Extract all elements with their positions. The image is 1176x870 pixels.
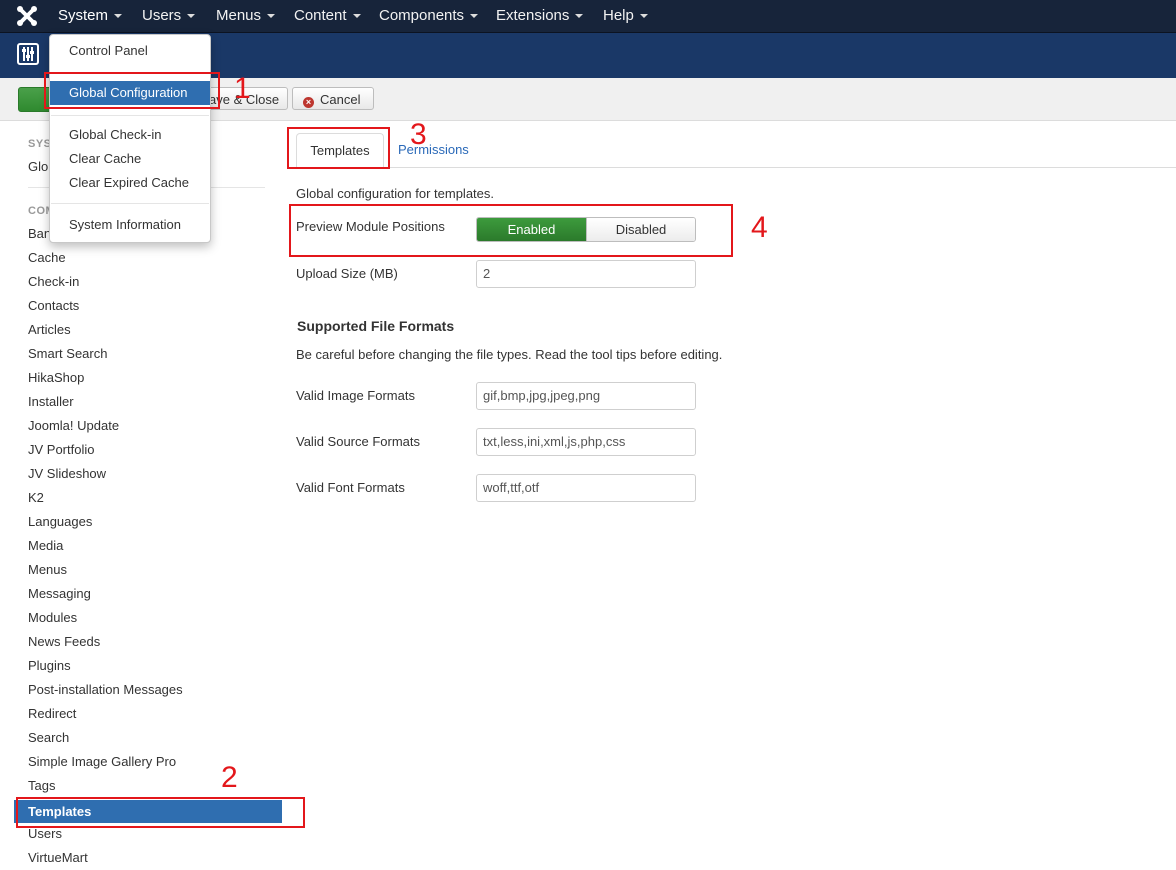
sidebar-item-news-feeds[interactable]: News Feeds <box>28 630 100 654</box>
menu-item-system-information[interactable]: System Information <box>50 213 210 237</box>
upload-size-label: Upload Size (MB) <box>296 266 398 281</box>
cancel-icon: × <box>303 97 314 108</box>
section-title: Supported File Formats <box>297 318 455 334</box>
source-formats-label: Valid Source Formats <box>296 434 421 449</box>
sidebar-item-languages[interactable]: Languages <box>28 510 92 534</box>
config-description: Global configuration for templates. <box>296 186 494 201</box>
sidebar-item-simple-image-gallery-pro[interactable]: Simple Image Gallery Pro <box>28 750 176 774</box>
top-navbar: System Users Menus Content Components Ex… <box>0 0 1176 33</box>
chevron-down-icon <box>187 14 196 19</box>
sidebar-item-cache[interactable]: Cache <box>28 246 66 270</box>
menu-item-control-panel[interactable]: Control Panel <box>50 39 210 63</box>
font-formats-input[interactable]: woff,ttf,otf <box>476 474 696 502</box>
annotation-number-2: 2 <box>221 761 238 794</box>
nav-extensions-label: Extensions <box>496 7 570 24</box>
menu-item-clear-cache[interactable]: Clear Cache <box>50 147 210 171</box>
nav-content-label: Content <box>294 7 347 24</box>
sidebar-item-plugins[interactable]: Plugins <box>28 654 71 678</box>
chevron-down-icon <box>352 14 361 19</box>
font-formats-label: Valid Font Formats <box>296 480 405 495</box>
nav-system-label: System <box>58 7 109 24</box>
sidebar-item-redirect[interactable]: Redirect <box>28 702 76 726</box>
sidebar-item-tags[interactable]: Tags <box>28 774 55 798</box>
joomla-logo-icon[interactable] <box>16 5 38 27</box>
annotation-box-3 <box>287 127 390 169</box>
sidebar-item-smart-search[interactable]: Smart Search <box>28 342 107 366</box>
chevron-down-icon <box>114 14 123 19</box>
section-description: Be careful before changing the file type… <box>296 347 723 362</box>
nav-menus-label: Menus <box>216 7 262 24</box>
sidebar-item-k2[interactable]: K2 <box>28 486 44 510</box>
nav-users[interactable]: Users <box>142 0 196 32</box>
nav-extensions[interactable]: Extensions <box>496 0 584 32</box>
nav-components[interactable]: Components <box>379 0 479 32</box>
system-dropdown-menu: Control Panel Global Configuration Globa… <box>49 34 211 243</box>
sidebar-item-post-installation-messages[interactable]: Post-installation Messages <box>28 678 183 702</box>
menu-divider <box>51 203 209 204</box>
nav-content[interactable]: Content <box>294 0 361 32</box>
chevron-down-icon <box>470 14 479 19</box>
tabs-divider <box>289 167 1176 168</box>
upload-size-input[interactable]: 2 <box>476 260 696 288</box>
menu-item-clear-expired-cache[interactable]: Clear Expired Cache <box>50 171 210 195</box>
sidebar-item-installer[interactable]: Installer <box>28 390 74 414</box>
sidebar-item-check-in[interactable]: Check-in <box>28 270 79 294</box>
annotation-box-1 <box>44 72 220 109</box>
annotation-box-2 <box>16 797 305 828</box>
sidebar-item-media[interactable]: Media <box>28 534 63 558</box>
annotation-number-3: 3 <box>410 118 427 151</box>
menu-divider <box>51 115 209 116</box>
sidebar-item-jv-slideshow[interactable]: JV Slideshow <box>28 462 106 486</box>
cancel-button[interactable]: × Cancel <box>292 87 374 110</box>
sidebar-item-jv-portfolio[interactable]: JV Portfolio <box>28 438 94 462</box>
sidebar-item-menus[interactable]: Menus <box>28 558 67 582</box>
sidebar-item-joomla-update[interactable]: Joomla! Update <box>28 414 119 438</box>
nav-help-label: Help <box>603 7 634 24</box>
sidebar-item-search[interactable]: Search <box>28 726 69 750</box>
nav-menus[interactable]: Menus <box>216 0 276 32</box>
sidebar-heading-system: SYS <box>28 138 52 150</box>
chevron-down-icon <box>639 14 648 19</box>
chevron-down-icon <box>267 14 276 19</box>
menu-item-global-check-in[interactable]: Global Check-in <box>50 123 210 147</box>
nav-help[interactable]: Help <box>603 0 648 32</box>
tab-permissions[interactable]: Permissions <box>398 133 469 166</box>
annotation-number-1: 1 <box>234 72 251 105</box>
image-formats-input[interactable]: gif,bmp,jpg,jpeg,png <box>476 382 696 410</box>
nav-components-label: Components <box>379 7 465 24</box>
sidebar-item-modules[interactable]: Modules <box>28 606 77 630</box>
annotation-number-4: 4 <box>751 211 768 244</box>
sidebar-item-ban[interactable]: Ban <box>28 222 51 246</box>
equalizer-icon <box>17 43 39 65</box>
nav-users-label: Users <box>142 7 182 24</box>
source-formats-input[interactable]: txt,less,ini,xml,js,php,css <box>476 428 696 456</box>
sidebar-item-articles[interactable]: Articles <box>28 318 71 342</box>
nav-system[interactable]: System <box>58 0 123 32</box>
chevron-down-icon <box>575 14 584 19</box>
annotation-box-4 <box>289 204 733 257</box>
sidebar-item-virtuemart[interactable]: VirtueMart <box>28 846 88 870</box>
cancel-label: Cancel <box>320 92 361 107</box>
sidebar-item-contacts[interactable]: Contacts <box>28 294 79 318</box>
sidebar-item-hikashop[interactable]: HikaShop <box>28 366 84 390</box>
sidebar-item-global[interactable]: Glo <box>28 155 48 179</box>
image-formats-label: Valid Image Formats <box>296 388 415 403</box>
sidebar-item-messaging[interactable]: Messaging <box>28 582 91 606</box>
